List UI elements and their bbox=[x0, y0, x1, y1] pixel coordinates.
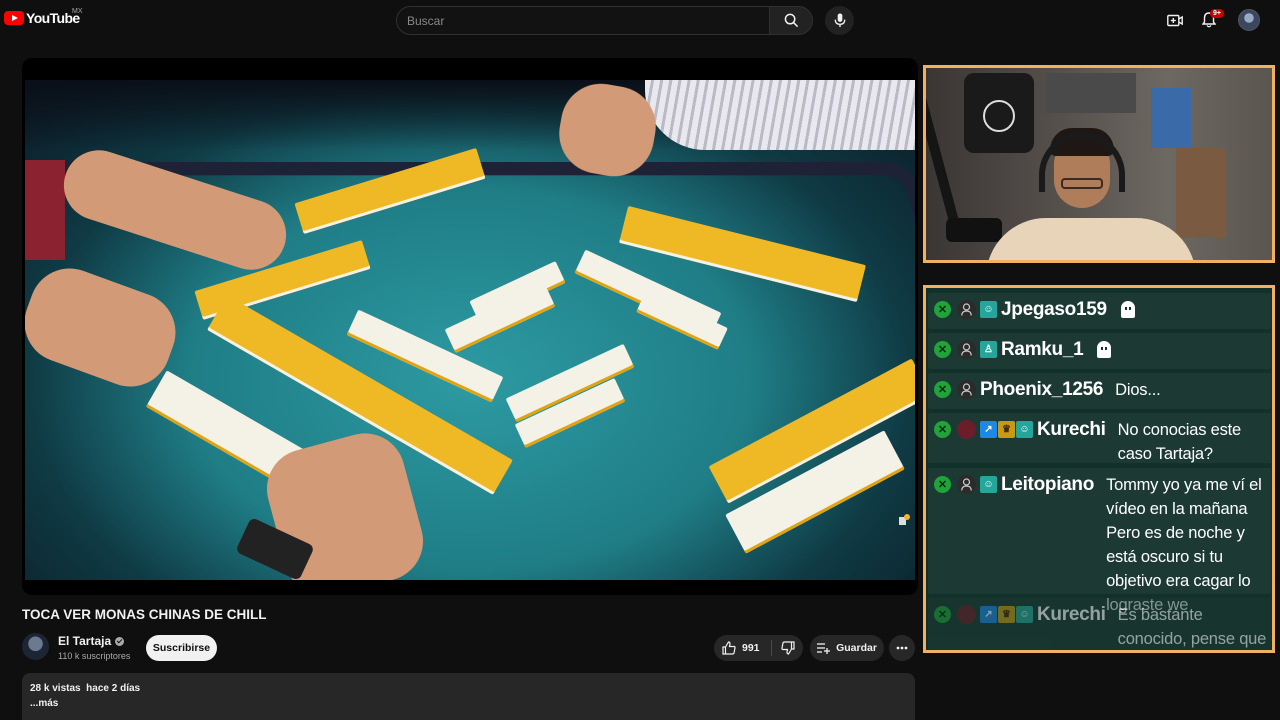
chat-overlay: ✕ ☺ Jpegaso159 ✕ ♙ Ramku_1 ✕ Phoenix_125… bbox=[923, 285, 1275, 653]
search-button[interactable] bbox=[769, 6, 813, 35]
subscribe-button[interactable]: Suscribirse bbox=[146, 635, 217, 661]
chat-username: Kurechi bbox=[1037, 604, 1106, 625]
channel-name[interactable]: El Tartaja bbox=[58, 634, 111, 648]
youtube-logo[interactable]: YouTube MX bbox=[4, 8, 83, 26]
ghost-emote bbox=[1120, 301, 1135, 318]
shelf bbox=[1151, 88, 1191, 148]
shelf bbox=[1176, 148, 1226, 238]
sleeve-right bbox=[645, 80, 915, 150]
chat-text: Dios... bbox=[1115, 381, 1161, 399]
channel-name-row[interactable]: El Tartaja bbox=[58, 634, 125, 648]
xbox-icon: ✕ bbox=[934, 476, 951, 493]
shelf bbox=[1046, 73, 1136, 113]
more-actions-button[interactable] bbox=[889, 635, 915, 661]
user-badges: ♙ bbox=[980, 341, 997, 358]
chat-message: ✕ ↗ ♛ ☺ Kurechi Es bastante conocido, pe… bbox=[928, 598, 1271, 650]
create-button[interactable] bbox=[1164, 10, 1186, 30]
badge-icon: ☺ bbox=[980, 476, 997, 493]
badge-icon: ♙ bbox=[980, 341, 997, 358]
xbox-icon: ✕ bbox=[934, 341, 951, 358]
webcam-overlay bbox=[923, 65, 1275, 263]
chat-message: ✕ ♙ Ramku_1 bbox=[928, 333, 1271, 369]
badge-icon: ☺ bbox=[1016, 421, 1033, 438]
chat-message: ✕ ☺ Leitopiano Tommy yo ya me ví el víde… bbox=[928, 468, 1271, 614]
xbox-icon: ✕ bbox=[934, 421, 951, 438]
video-frame-mahjong[interactable] bbox=[25, 80, 915, 580]
badge-icon: ↗ bbox=[980, 421, 997, 438]
chat-username: Leitopiano bbox=[1001, 474, 1095, 495]
xbox-icon: ✕ bbox=[934, 381, 951, 398]
chat-text: Tommy yo ya me ví el vídeo en la mañana … bbox=[1106, 476, 1262, 614]
crown-icon: ♛ bbox=[998, 606, 1015, 623]
crown-icon: ♛ bbox=[998, 421, 1015, 438]
badge-icon: ☺ bbox=[1016, 606, 1033, 623]
video-player[interactable] bbox=[22, 58, 918, 595]
save-label: Guardar bbox=[836, 642, 877, 654]
youtube-play-icon bbox=[4, 11, 24, 25]
thumbs-up-icon bbox=[722, 641, 736, 655]
top-bar: YouTube MX 9+ bbox=[0, 0, 1280, 40]
glasses bbox=[1061, 178, 1103, 189]
like-dislike-group: 991 bbox=[714, 635, 803, 661]
search-box[interactable] bbox=[396, 6, 770, 35]
sleeve-left bbox=[25, 160, 65, 260]
xbox-icon: ✕ bbox=[934, 606, 951, 623]
like-button[interactable]: 991 bbox=[714, 635, 771, 661]
chat-username: Kurechi bbox=[1037, 419, 1106, 440]
user-badges: ↗ ♛ ☺ bbox=[980, 606, 1033, 623]
user-icon bbox=[957, 380, 976, 399]
notification-badge: 9+ bbox=[1210, 9, 1224, 18]
user-icon bbox=[957, 605, 976, 624]
user-badges: ↗ ♛ ☺ bbox=[980, 421, 1033, 438]
chat-username: Jpegaso159 bbox=[1001, 299, 1107, 320]
subscriber-count: 110 k suscriptores bbox=[58, 651, 131, 661]
xbox-icon: ✕ bbox=[934, 301, 951, 318]
user-icon bbox=[957, 420, 976, 439]
chat-username: Ramku_1 bbox=[1001, 339, 1084, 360]
dislike-button[interactable] bbox=[772, 635, 803, 661]
user-badges: ☺ bbox=[980, 301, 997, 318]
info-card-icon[interactable] bbox=[898, 514, 910, 526]
view-count: 28 k vistas bbox=[30, 683, 81, 694]
chat-text: Es bastante conocido, pense que ya lo sa… bbox=[1117, 606, 1267, 648]
chat-username: Phoenix_1256 bbox=[980, 379, 1104, 400]
chat-text: No conocias este caso Tartaja? bbox=[1117, 421, 1242, 463]
video-title: TOCA VER MONAS CHINAS DE CHILL bbox=[22, 607, 267, 622]
show-more-link[interactable]: ...más bbox=[30, 698, 907, 709]
upload-date: hace 2 días bbox=[86, 683, 141, 694]
region-label: MX bbox=[72, 8, 83, 15]
search-icon bbox=[784, 13, 798, 28]
user-badges: ☺ bbox=[980, 476, 997, 493]
playlist-add-icon bbox=[817, 643, 831, 654]
channel-avatar[interactable] bbox=[22, 633, 49, 660]
account-avatar[interactable] bbox=[1238, 9, 1260, 31]
verified-icon bbox=[115, 636, 125, 646]
hoodie-logo bbox=[983, 100, 1015, 132]
chat-message: ✕ ↗ ♛ ☺ Kurechi No conocias este caso Ta… bbox=[928, 413, 1271, 463]
thumbs-down-icon bbox=[780, 641, 795, 655]
create-icon bbox=[1167, 14, 1183, 26]
mic-icon bbox=[834, 13, 845, 28]
user-icon bbox=[957, 475, 976, 494]
search-input[interactable] bbox=[397, 7, 769, 34]
chat-message: ✕ ☺ Jpegaso159 bbox=[928, 293, 1271, 329]
chat-message: ✕ Phoenix_1256 Dios... bbox=[928, 373, 1271, 409]
save-button[interactable]: Guardar bbox=[810, 635, 884, 661]
description-box[interactable]: 28 k vistas hace 2 días ...más bbox=[22, 673, 915, 720]
more-horizontal-icon bbox=[896, 646, 908, 650]
badge-icon: ☺ bbox=[980, 301, 997, 318]
user-icon bbox=[957, 340, 976, 359]
like-count: 991 bbox=[742, 642, 760, 654]
badge-icon: ↗ bbox=[980, 606, 997, 623]
voice-search-button[interactable] bbox=[825, 6, 854, 35]
user-icon bbox=[957, 300, 976, 319]
microphone bbox=[946, 218, 1002, 242]
streamer-body bbox=[986, 218, 1196, 260]
ghost-emote bbox=[1097, 341, 1112, 358]
